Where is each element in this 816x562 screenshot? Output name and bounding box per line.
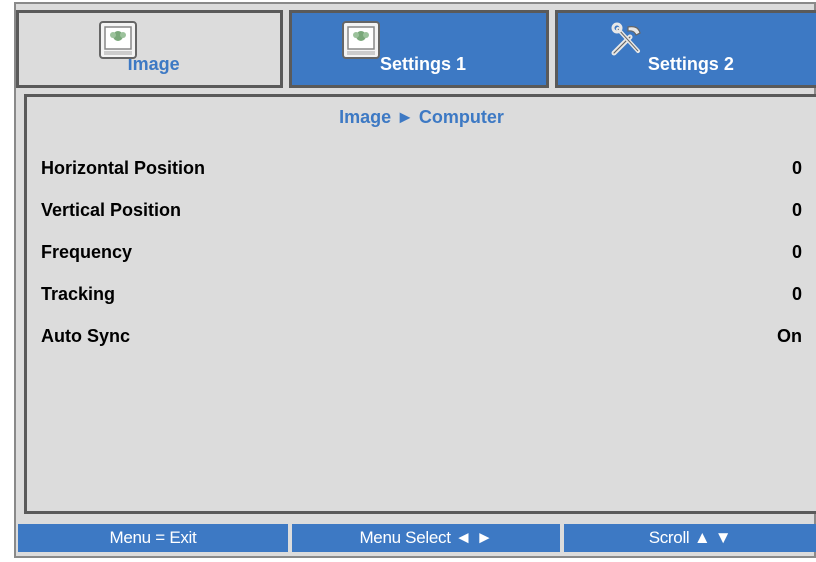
setting-row-vertical-position[interactable]: Vertical Position 0	[41, 189, 802, 231]
settings-list: Horizontal Position 0 Vertical Position …	[41, 147, 802, 357]
setting-label: Frequency	[41, 241, 133, 262]
setting-value: 0	[791, 283, 802, 304]
setting-value: 0	[791, 157, 802, 178]
setting-label: Tracking	[41, 283, 116, 304]
tab-settings-1[interactable]: Settings 1	[289, 10, 549, 88]
setting-label: Auto Sync	[41, 325, 131, 346]
setting-label: Vertical Position	[41, 199, 182, 220]
help-scroll: Scroll ▲ ▼	[564, 524, 816, 552]
breadcrumb: Image ► Computer	[339, 107, 504, 127]
setting-value: 0	[791, 199, 802, 220]
setting-row-horizontal-position[interactable]: Horizontal Position 0	[41, 147, 802, 189]
tab-bar: Image Settings 1 Settings 2	[16, 10, 816, 88]
tab-settings-2[interactable]: Settings 2	[554, 10, 816, 88]
menu-panel: Image ► Computer Horizontal Position 0 V…	[24, 94, 816, 514]
help-menu-select: Menu Select ◄ ►	[292, 524, 560, 552]
tab-settings-2-label: Settings 2	[647, 54, 734, 74]
setting-row-tracking[interactable]: Tracking 0	[41, 273, 802, 315]
image-icon	[342, 21, 381, 59]
tab-image[interactable]: Image	[16, 10, 284, 88]
help-bar: Menu = Exit Menu Select ◄ ► Scroll ▲ ▼	[18, 524, 816, 552]
image-icon	[99, 21, 137, 59]
tab-settings-1-label: Settings 1	[379, 54, 467, 74]
tools-icon	[611, 22, 641, 56]
setting-value: On	[777, 325, 802, 346]
help-exit: Menu = Exit	[18, 524, 288, 552]
setting-label: Horizontal Position	[41, 157, 205, 178]
setting-value: 0	[791, 241, 802, 262]
setting-row-auto-sync[interactable]: Auto Sync On	[41, 315, 802, 357]
setting-row-frequency[interactable]: Frequency 0	[41, 231, 802, 273]
